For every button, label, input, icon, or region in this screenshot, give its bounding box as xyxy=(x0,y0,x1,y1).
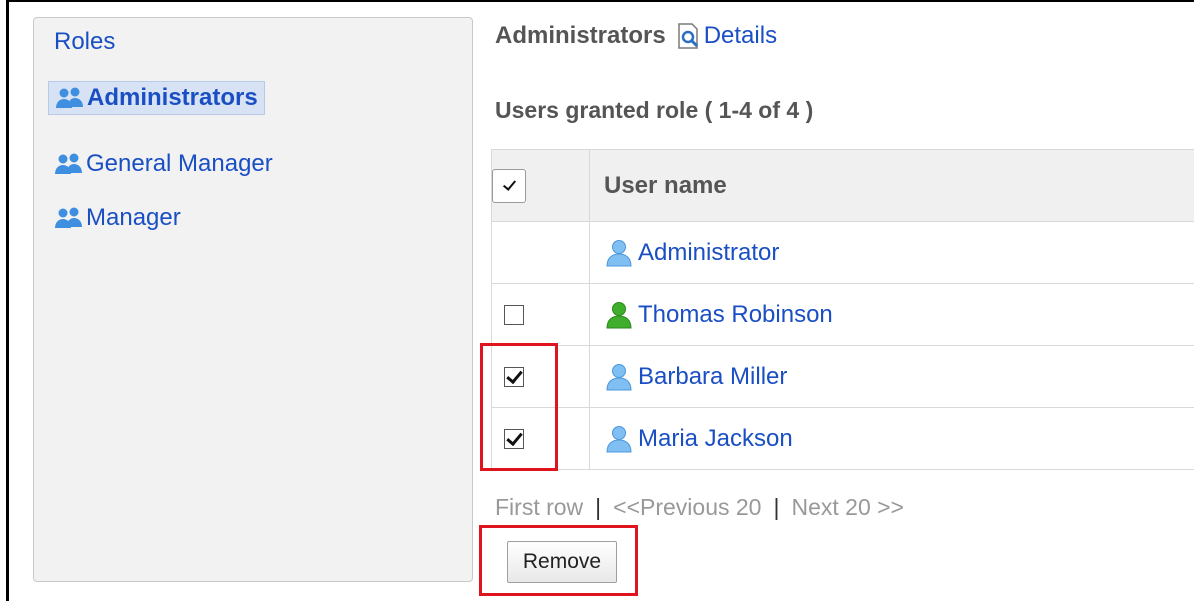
user-cell: Administrator xyxy=(589,221,1194,284)
frame-left-border xyxy=(6,0,9,601)
row-checkbox-thomas-robinson[interactable] xyxy=(504,305,524,326)
pager-next: Next 20 >> xyxy=(791,494,904,520)
row-checkbox-cell-empty xyxy=(491,221,590,284)
row-checkbox-cell xyxy=(491,283,590,346)
page-title: Administrators xyxy=(495,22,666,49)
user-icon xyxy=(606,425,632,452)
row-checkbox-maria-jackson[interactable] xyxy=(504,429,524,450)
roles-panel: Roles Administrators General Manager Man… xyxy=(33,17,473,582)
document-magnifier-icon xyxy=(677,23,698,49)
row-checkbox-cell xyxy=(491,407,590,470)
select-all-checkbox[interactable] xyxy=(492,168,526,203)
pager-previous: <<Previous 20 xyxy=(613,494,762,520)
row-checkbox-barbara-miller[interactable] xyxy=(504,367,524,388)
pager-separator: | xyxy=(773,494,780,520)
table-row: Thomas Robinson xyxy=(491,283,1194,346)
role-header: Administrators Details xyxy=(495,22,777,50)
details-link[interactable]: Details xyxy=(676,22,777,50)
roles-heading[interactable]: Roles xyxy=(54,28,115,56)
group-icon xyxy=(55,207,82,228)
table-row: Maria Jackson xyxy=(491,407,1194,470)
details-label: Details xyxy=(703,22,778,49)
user-link-administrator[interactable]: Administrator xyxy=(638,239,779,267)
table-row: Administrator xyxy=(491,221,1194,284)
pagination: First row | <<Previous 20 | Next 20 >> xyxy=(495,494,904,521)
user-link-thomas-robinson[interactable]: Thomas Robinson xyxy=(638,301,833,329)
user-cell: Thomas Robinson xyxy=(589,283,1194,346)
user-name-header: User name xyxy=(589,149,1194,222)
user-cell: Maria Jackson xyxy=(589,407,1194,470)
main-content: Administrators Details Users granted rol… xyxy=(491,0,1194,601)
select-all-header xyxy=(491,149,590,222)
role-label: Administrators xyxy=(87,84,258,111)
group-icon xyxy=(55,153,82,174)
row-checkbox-cell xyxy=(491,345,590,408)
user-icon xyxy=(606,301,632,328)
pager-first-row: First row xyxy=(495,494,584,520)
role-item-administrators[interactable]: Administrators xyxy=(48,81,265,115)
role-item-manager[interactable]: Manager xyxy=(48,202,187,234)
group-icon xyxy=(56,87,83,108)
user-cell: Barbara Miller xyxy=(589,345,1194,408)
table-row: Barbara Miller xyxy=(491,345,1194,408)
table-header-row: User name xyxy=(491,149,1194,222)
users-table: User name Administrator Thomas Robinson … xyxy=(491,149,1194,470)
user-icon xyxy=(606,363,632,390)
remove-button[interactable]: Remove xyxy=(507,541,617,583)
pager-separator: | xyxy=(595,494,602,520)
user-link-barbara-miller[interactable]: Barbara Miller xyxy=(638,363,787,391)
section-title: Users granted role ( 1-4 of 4 ) xyxy=(495,97,814,123)
user-icon xyxy=(606,239,632,266)
role-label: Manager xyxy=(86,204,181,231)
role-item-general-manager[interactable]: General Manager xyxy=(48,148,279,180)
role-label: General Manager xyxy=(86,150,273,177)
user-link-maria-jackson[interactable]: Maria Jackson xyxy=(638,425,793,453)
